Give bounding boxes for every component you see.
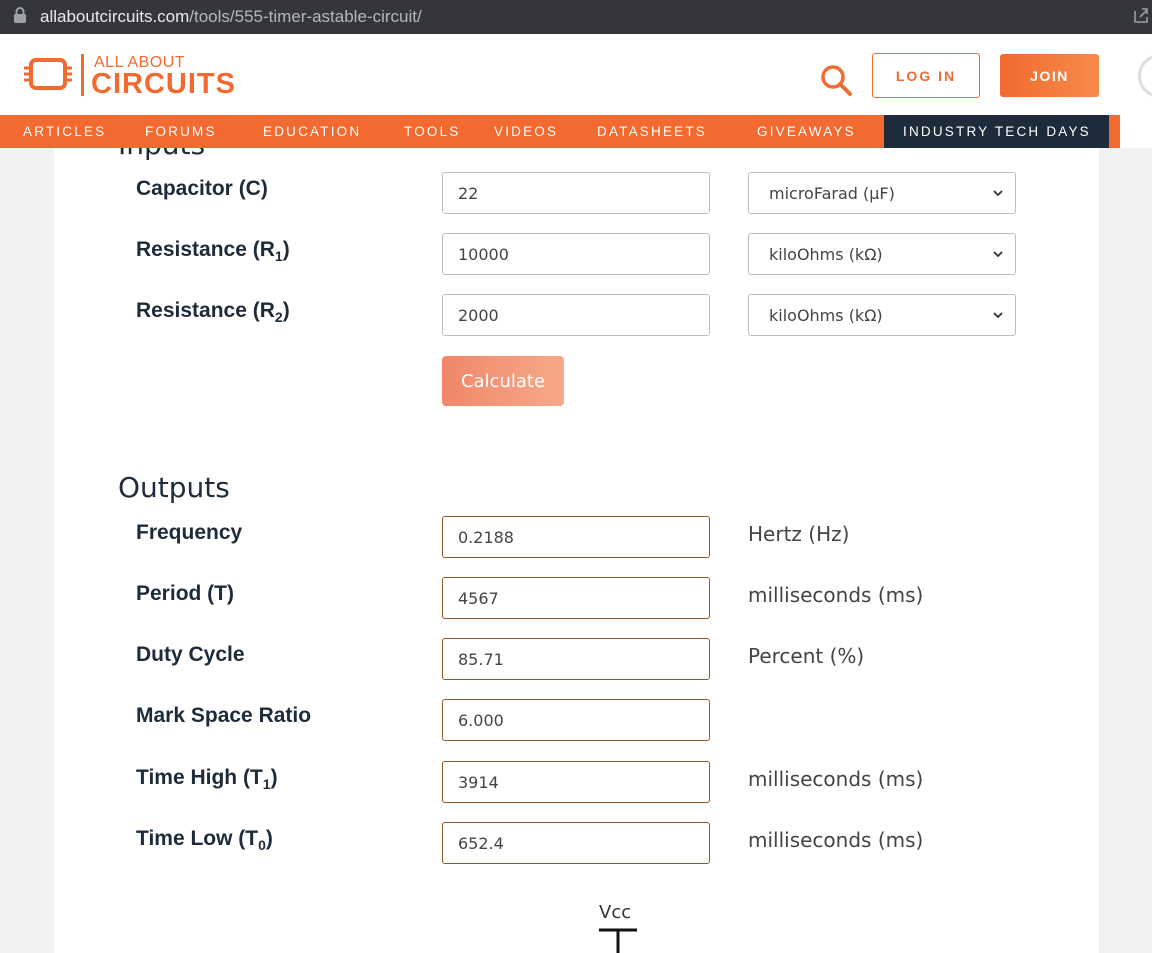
calculate-button[interactable]: Calculate (442, 356, 564, 406)
nav-item-datasheets[interactable]: DATASHEETS (597, 115, 707, 148)
url-text[interactable]: allaboutcircuits.com/tools/555-timer-ast… (40, 7, 422, 27)
url-domain: allaboutcircuits.com (40, 7, 190, 26)
chevron-down-icon (993, 190, 1003, 197)
resistance-r1-input[interactable]: 10000 (442, 233, 710, 275)
frequency-unit: Hertz (Hz) (748, 522, 850, 546)
nav-item-giveaways[interactable]: GIVEAWAYS (757, 115, 856, 148)
mark-space-ratio-output[interactable]: 6.000 (442, 699, 710, 741)
url-path: /tools/555-timer-astable-circuit/ (189, 7, 422, 26)
nav-item-education[interactable]: EDUCATION (263, 115, 361, 148)
chevron-down-icon (993, 312, 1003, 319)
browser-address-bar[interactable]: allaboutcircuits.com/tools/555-timer-ast… (0, 0, 1152, 34)
join-button[interactable]: JOIN (1000, 54, 1099, 97)
capacitor-input[interactable]: 22 (442, 172, 710, 214)
nav-item-articles[interactable]: ARTICLES (23, 115, 106, 148)
logo-divider (81, 54, 84, 96)
nav-end-bg (1120, 115, 1152, 148)
resistance-r1-label: Resistance (R1) (136, 238, 290, 265)
capacitor-unit-value: microFarad (µF) (769, 183, 895, 203)
resistance-r1-unit-select[interactable]: kiloOhms (kΩ) (748, 233, 1016, 275)
nav-item-industry-tech-days[interactable]: INDUSTRY TECH DAYS (903, 115, 1091, 148)
duty-cycle-output[interactable]: 85.71 (442, 638, 710, 680)
period-label: Period (T) (136, 582, 234, 605)
inputs-title: Inputs (118, 148, 205, 161)
vcc-label: Vcc (599, 902, 632, 923)
nav-item-forums[interactable]: FORUMS (145, 115, 217, 148)
frequency-label: Frequency (136, 521, 243, 544)
time-high-unit: milliseconds (ms) (748, 767, 924, 791)
capacitor-label: Capacitor (C) (136, 177, 268, 200)
logo-text-main: CIRCUITS (91, 68, 236, 100)
login-button[interactable]: LOG IN (872, 53, 980, 98)
site-header: ALL ABOUT CIRCUITS LOG IN JOIN (0, 34, 1152, 115)
frequency-output[interactable]: 0.2188 (442, 516, 710, 558)
resistance-r2-unit-select[interactable]: kiloOhms (kΩ) (748, 294, 1016, 336)
capacitor-unit-select[interactable]: microFarad (µF) (748, 172, 1016, 214)
nav-item-videos[interactable]: VIDEOS (494, 115, 558, 148)
site-logo[interactable]: ALL ABOUT CIRCUITS (24, 54, 236, 100)
chevron-down-icon (993, 251, 1003, 258)
avatar[interactable] (1138, 54, 1152, 98)
resistance-r2-unit-value: kiloOhms (kΩ) (769, 305, 883, 325)
resistance-r2-label: Resistance (R2) (136, 299, 290, 326)
duty-cycle-unit: Percent (%) (748, 644, 865, 668)
resistance-r2-input[interactable]: 2000 (442, 294, 710, 336)
chip-logo-icon (24, 58, 72, 90)
time-high-output[interactable]: 3914 (442, 761, 710, 803)
search-icon[interactable] (818, 62, 854, 98)
nav-item-tools[interactable]: TOOLS (404, 115, 461, 148)
resistance-r1-unit-value: kiloOhms (kΩ) (769, 244, 883, 264)
lock-icon (14, 7, 26, 23)
period-output[interactable]: 4567 (442, 577, 710, 619)
duty-cycle-label: Duty Cycle (136, 643, 245, 666)
share-icon[interactable] (1132, 6, 1150, 24)
vcc-rail-symbol (599, 928, 637, 953)
time-low-label: Time Low (T0) (136, 827, 273, 854)
period-unit: milliseconds (ms) (748, 583, 924, 607)
calculator-panel: Inputs Capacitor (C) 22 microFarad (µF) … (54, 148, 1099, 953)
mark-space-ratio-label: Mark Space Ratio (136, 704, 312, 727)
time-low-output[interactable]: 652.4 (442, 822, 710, 864)
time-high-label: Time High (T1) (136, 766, 278, 793)
outputs-title: Outputs (118, 471, 230, 504)
main-nav: ARTICLES FORUMS EDUCATION TOOLS VIDEOS D… (0, 115, 1152, 148)
time-low-unit: milliseconds (ms) (748, 828, 924, 852)
